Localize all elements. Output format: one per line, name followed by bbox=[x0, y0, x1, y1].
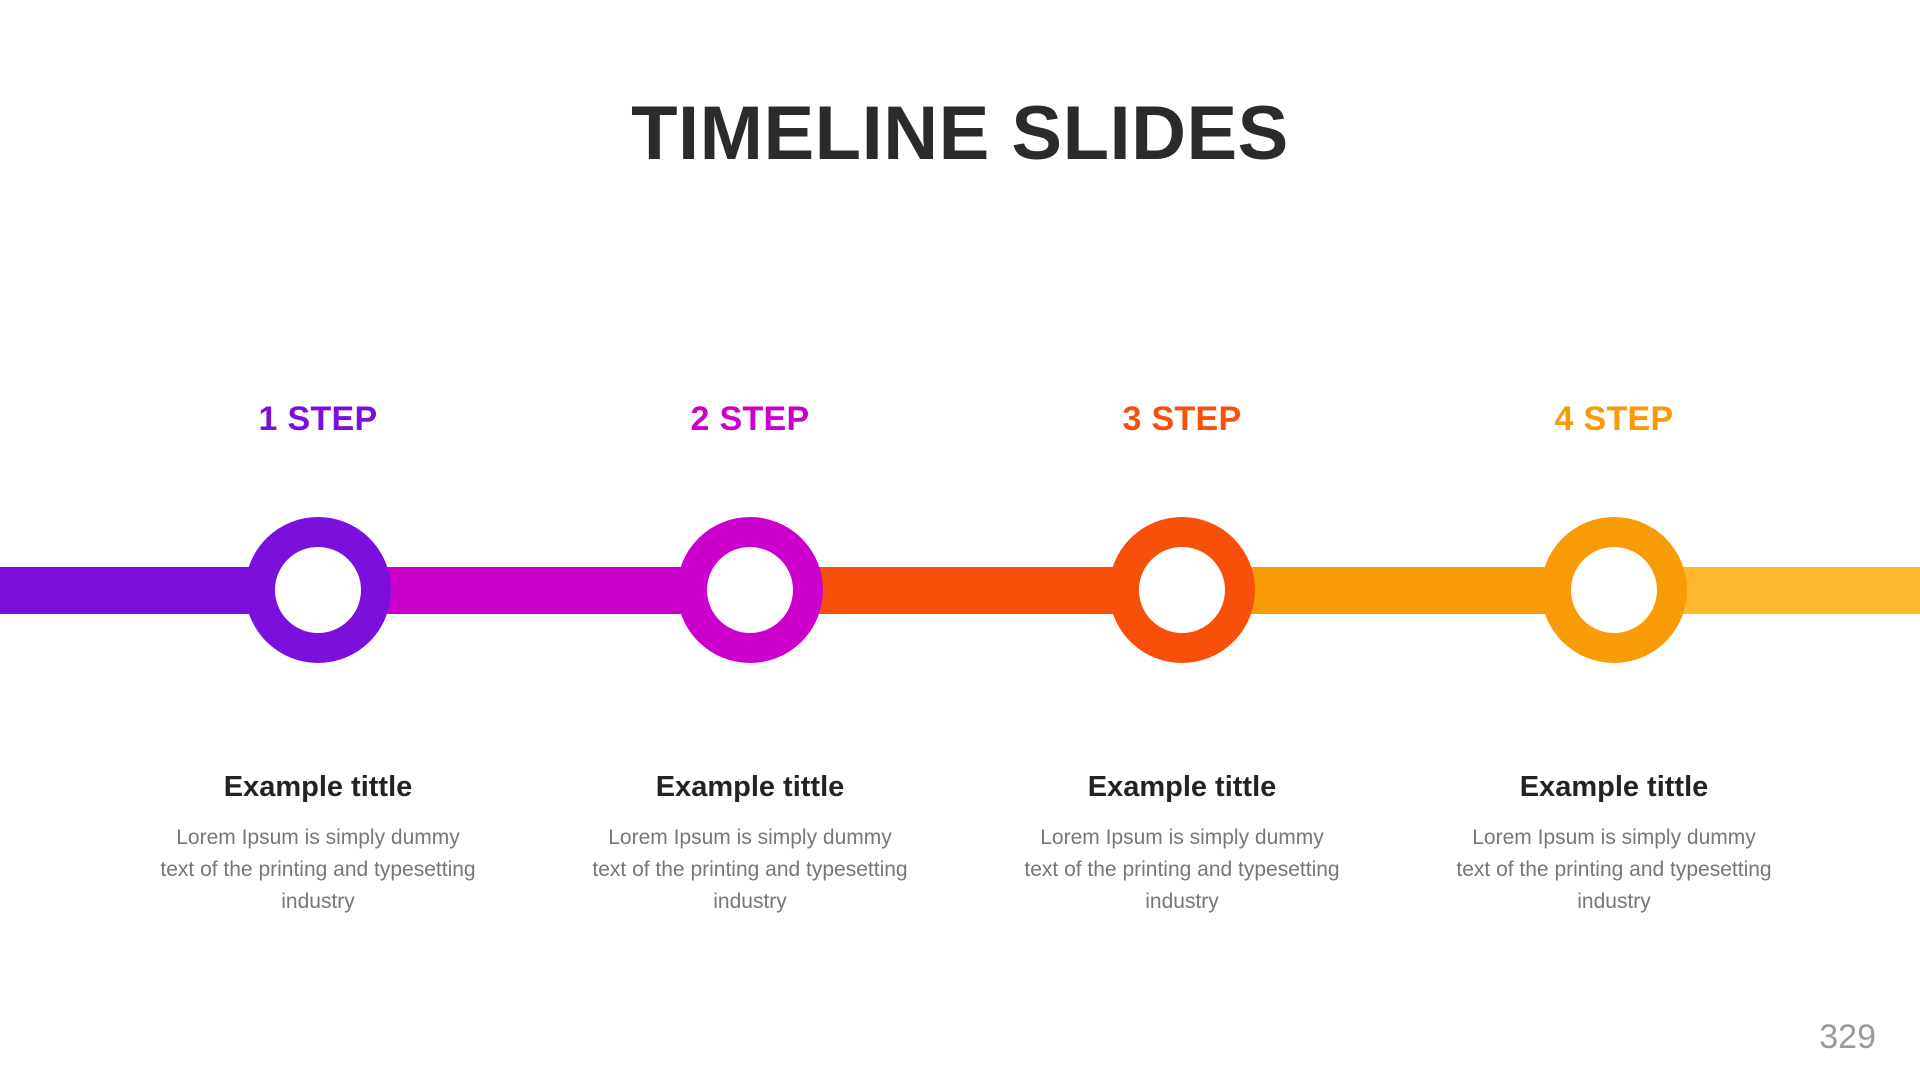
step-description-body-2: Lorem Ipsum is simply dummy text of the … bbox=[592, 825, 908, 913]
step-description-1: Example tittle Lorem Ipsum is simply dumm… bbox=[158, 771, 478, 918]
step-label-row: 1 STEP 2 STEP 3 STEP 4 STEP bbox=[0, 394, 1920, 444]
timeline-node-3-circle-icon[interactable] bbox=[1109, 517, 1255, 663]
step-label-1: 1 STEP bbox=[258, 400, 378, 438]
step-label-2: 2 STEP bbox=[690, 400, 810, 438]
step-description-2: Example tittle Lorem Ipsum is simply dumm… bbox=[590, 771, 910, 918]
page-title: TIMELINE SLIDES bbox=[631, 91, 1289, 176]
step-label-3: 3 STEP bbox=[1122, 400, 1242, 438]
page-number: 329 bbox=[1819, 1018, 1876, 1056]
timeline-node-4-circle-icon[interactable] bbox=[1541, 517, 1687, 663]
step-description-body-1: Lorem Ipsum is simply dummy text of the … bbox=[160, 825, 476, 913]
step-description-title-3: Example tittle bbox=[1087, 771, 1277, 803]
timeline-node-2-circle-icon[interactable] bbox=[677, 517, 823, 663]
step-description-title-4: Example tittle bbox=[1519, 771, 1709, 803]
step-description-body-4: Lorem Ipsum is simply dummy text of the … bbox=[1456, 825, 1772, 913]
step-description-title-1: Example tittle bbox=[223, 771, 413, 803]
step-description-row: Example tittle Lorem Ipsum is simply dumm… bbox=[0, 771, 1920, 972]
timeline-node-1-circle-icon[interactable] bbox=[245, 517, 391, 663]
step-description-body-3: Lorem Ipsum is simply dummy text of the … bbox=[1024, 825, 1340, 913]
step-description-3: Example tittle Lorem Ipsum is simply dumm… bbox=[1022, 771, 1342, 918]
step-description-title-2: Example tittle bbox=[655, 771, 845, 803]
step-description-4: Example tittle Lorem Ipsum is simply dumm… bbox=[1454, 771, 1774, 918]
step-label-4: 4 STEP bbox=[1554, 400, 1674, 438]
